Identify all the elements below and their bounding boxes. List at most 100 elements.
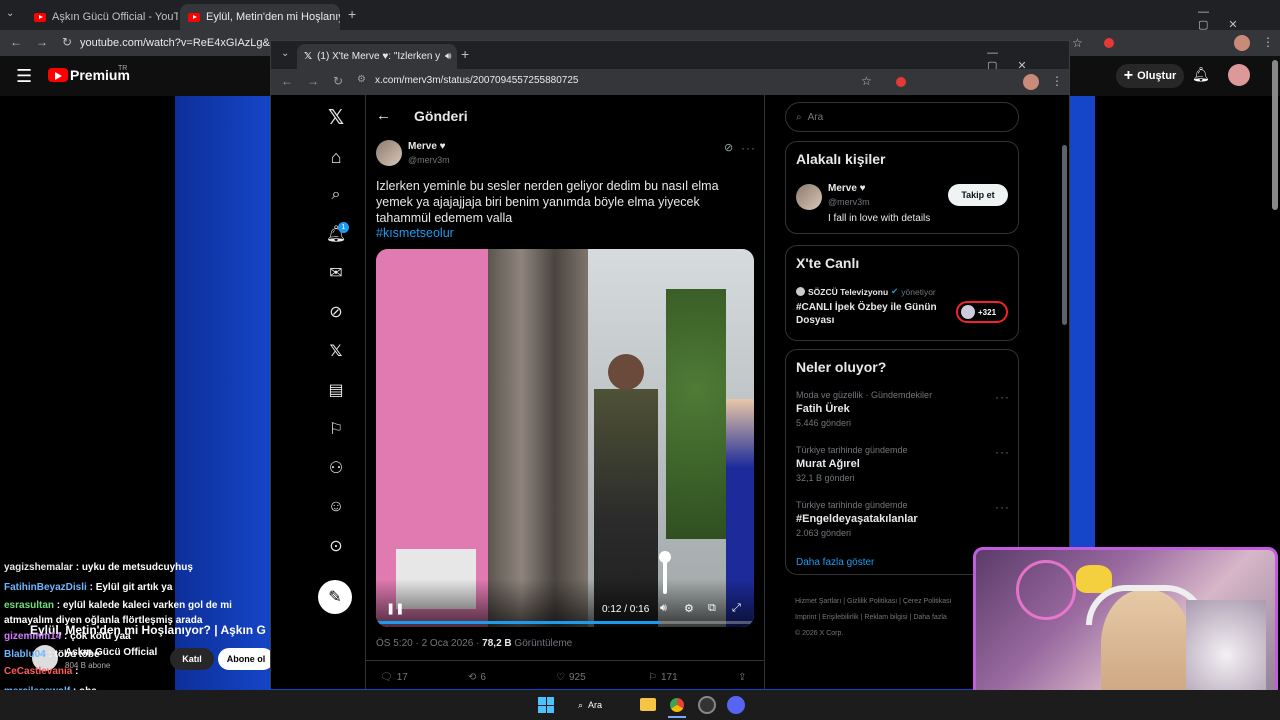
footer-link[interactable]: Gizlilik Politikası [847,598,897,605]
search-input[interactable]: ⌕ Ara [785,102,1019,132]
volume-slider-thumb[interactable] [659,551,671,563]
yt-scrollbar[interactable] [1272,60,1278,210]
live-host[interactable]: SÖZCÜ Televizyonu [808,287,888,297]
related-bio: I fall in love with details [828,213,931,224]
profile-avatar[interactable] [1234,35,1250,51]
trend-more-icon[interactable]: ··· [995,500,1010,514]
bg-url-text[interactable]: youtube.com/watch?v=ReE4xGIAzLg&list [80,33,270,53]
new-tab-icon[interactable]: + [461,46,469,62]
x-scrollbar[interactable] [1062,145,1067,325]
tab-search-icon[interactable]: ⌄ [281,48,289,59]
chat-message: Blablu04 : töbe töbe [4,649,100,660]
trend-more-icon[interactable]: ··· [995,445,1010,459]
trends-title: Neler oluyor? [796,359,887,375]
profile-icon[interactable]: ☺︎ [322,493,350,521]
chat-username[interactable]: Blablu04 [4,649,46,660]
close-icon[interactable]: ✕ [456,51,457,62]
live-listeners[interactable]: +321 [956,301,1008,323]
file-explorer-icon[interactable] [640,698,656,711]
footer-link[interactable]: Çerez Politikası [903,598,952,605]
volume-icon[interactable]: 🔊︎ [660,602,667,615]
like-button[interactable]: ♡ 925 [556,672,586,683]
compose-post-button[interactable]: ✎ [318,580,352,614]
author-avatar[interactable] [376,140,402,166]
star-icon[interactable]: ☆ [861,74,872,88]
share-icon[interactable]: ⇪ [738,672,746,683]
discord-icon[interactable] [727,696,745,714]
live-text[interactable]: #CANLI İpek Özbey ile Günün Dosyası [796,301,946,327]
x-url-text[interactable]: x.com/merv3m/status/2007094557255880725 [375,75,578,86]
create-button[interactable]: + Oluştur [1116,64,1184,88]
related-avatar[interactable] [796,184,822,210]
video-progress-track[interactable] [376,621,754,624]
start-icon[interactable] [538,697,554,713]
pause-icon[interactable]: ❚❚ [386,602,404,615]
x-logo-icon[interactable]: 𝕏 [322,103,350,131]
fullscreen-icon[interactable]: ⤢ [732,602,741,615]
trend-item[interactable]: Türkiye tarihinde gündemde Murat Ağırel … [796,445,1010,493]
profile-avatar[interactable] [1023,74,1039,90]
chrome-icon[interactable] [668,696,686,714]
messages-icon[interactable]: ✉︎ [322,259,350,287]
author-name[interactable]: Merve ♥ [408,141,446,152]
star-icon[interactable]: ☆ [1072,36,1083,50]
post-hashtag[interactable]: #kısmetseolur [376,226,454,240]
taskbar-search[interactable]: ⌕ Ara [578,695,630,715]
trend-more-icon[interactable]: ··· [995,390,1010,404]
tab-search-icon[interactable]: ⌄ [6,8,20,22]
settings-icon[interactable]: ⚙︎ [684,602,694,615]
more-options-icon[interactable]: ··· [741,139,756,157]
author-handle[interactable]: @merv3m [408,155,450,165]
chat-username[interactable]: yagizshemalar [4,562,73,573]
x-nav-icons[interactable]: ←→↻ [281,74,357,88]
footer-link[interactable]: Reklam bilgisi [864,614,907,621]
bookmarks-icon[interactable]: ⚐ [322,415,350,443]
bg-window-controls[interactable]: —▢✕ [1198,6,1280,31]
bell-icon[interactable]: 🔔︎ [1192,66,1210,83]
yt-avatar[interactable] [1228,64,1250,86]
related-name[interactable]: Merve ♥ [828,183,866,194]
footer-link[interactable]: Hizmet Şartları [795,598,841,605]
home-icon[interactable]: ⌂ [322,143,350,171]
menu-icon[interactable]: ⋮ [1051,74,1063,88]
chat-username[interactable]: CeCastlevania [4,666,72,677]
lists-icon[interactable]: ▤ [322,376,350,404]
bg-tab-video[interactable]: Eylül, Metin'den mi Hoşlanıyor? | [180,4,340,30]
chat-username[interactable]: FatihinBeyazDisli [4,582,87,593]
footer-link[interactable]: Imprint [795,614,816,621]
notifications-icon[interactable]: 🔔︎ 1 [322,220,350,248]
x-tab[interactable]: 𝕏 (1) X'te Merve ♥: "Izlerken y 🔊︎ ✕ [297,44,457,69]
extension-icon[interactable] [1104,38,1114,48]
pip-icon[interactable]: ⧉ [708,602,716,615]
chat-username[interactable]: gizemmm14 [4,631,61,642]
repost-button[interactable]: ⟲ 6 [468,672,486,683]
reply-button[interactable]: 🗨︎ 17 [380,672,408,683]
trend-item[interactable]: Türkiye tarihinde gündemde #Engeldeyaşat… [796,500,1010,548]
communities-icon[interactable]: ⚇ [322,454,350,482]
chat-text: : uyku de metsudcuyhuş [72,562,193,573]
back-arrow-icon[interactable]: ← [376,107,391,124]
premium-x-icon[interactable]: 𝕏 [322,337,350,365]
new-tab-icon[interactable]: + [348,6,356,22]
bookmark-button[interactable]: ⚐ 171 [648,672,678,683]
trend-item[interactable]: Moda ve güzellik · Gündemdekiler Fatih Ü… [796,390,1010,438]
post-video[interactable]: ❚❚ 0:12 / 0:16 🔊︎ ⚙︎ ⧉ ⤢ [376,249,754,627]
grok-explain-icon[interactable]: ⊘ [724,141,733,154]
search-icon[interactable]: ⌕ [322,181,350,209]
youtube-logo-icon[interactable] [48,68,68,82]
menu-icon[interactable]: ⋮ [1262,35,1274,49]
follow-button[interactable]: Takip et [948,184,1008,206]
footer-link[interactable]: Erişilebilirlik [822,614,859,621]
grok-icon[interactable]: ⊘ [322,298,350,326]
show-more-link[interactable]: Daha fazla göster [796,557,874,568]
bg-tab-youtube[interactable]: Aşkın Gücü Official - YouTube ✕ [26,4,178,30]
bg-nav-icons[interactable]: ←→↻ [10,35,86,49]
site-info-icon[interactable]: ⚙︎ [357,74,366,85]
obs-icon[interactable] [698,696,716,714]
chat-username[interactable]: esrasultan [4,600,54,611]
hamburger-icon[interactable]: ☰ [16,66,32,87]
footer-link[interactable]: Daha fazla [913,614,946,621]
post-time[interactable]: ÖS 5:20 · 2 Oca 2026 · [376,638,482,649]
extension-icon[interactable] [896,77,906,87]
more-icon[interactable]: ⊙ [322,532,350,560]
